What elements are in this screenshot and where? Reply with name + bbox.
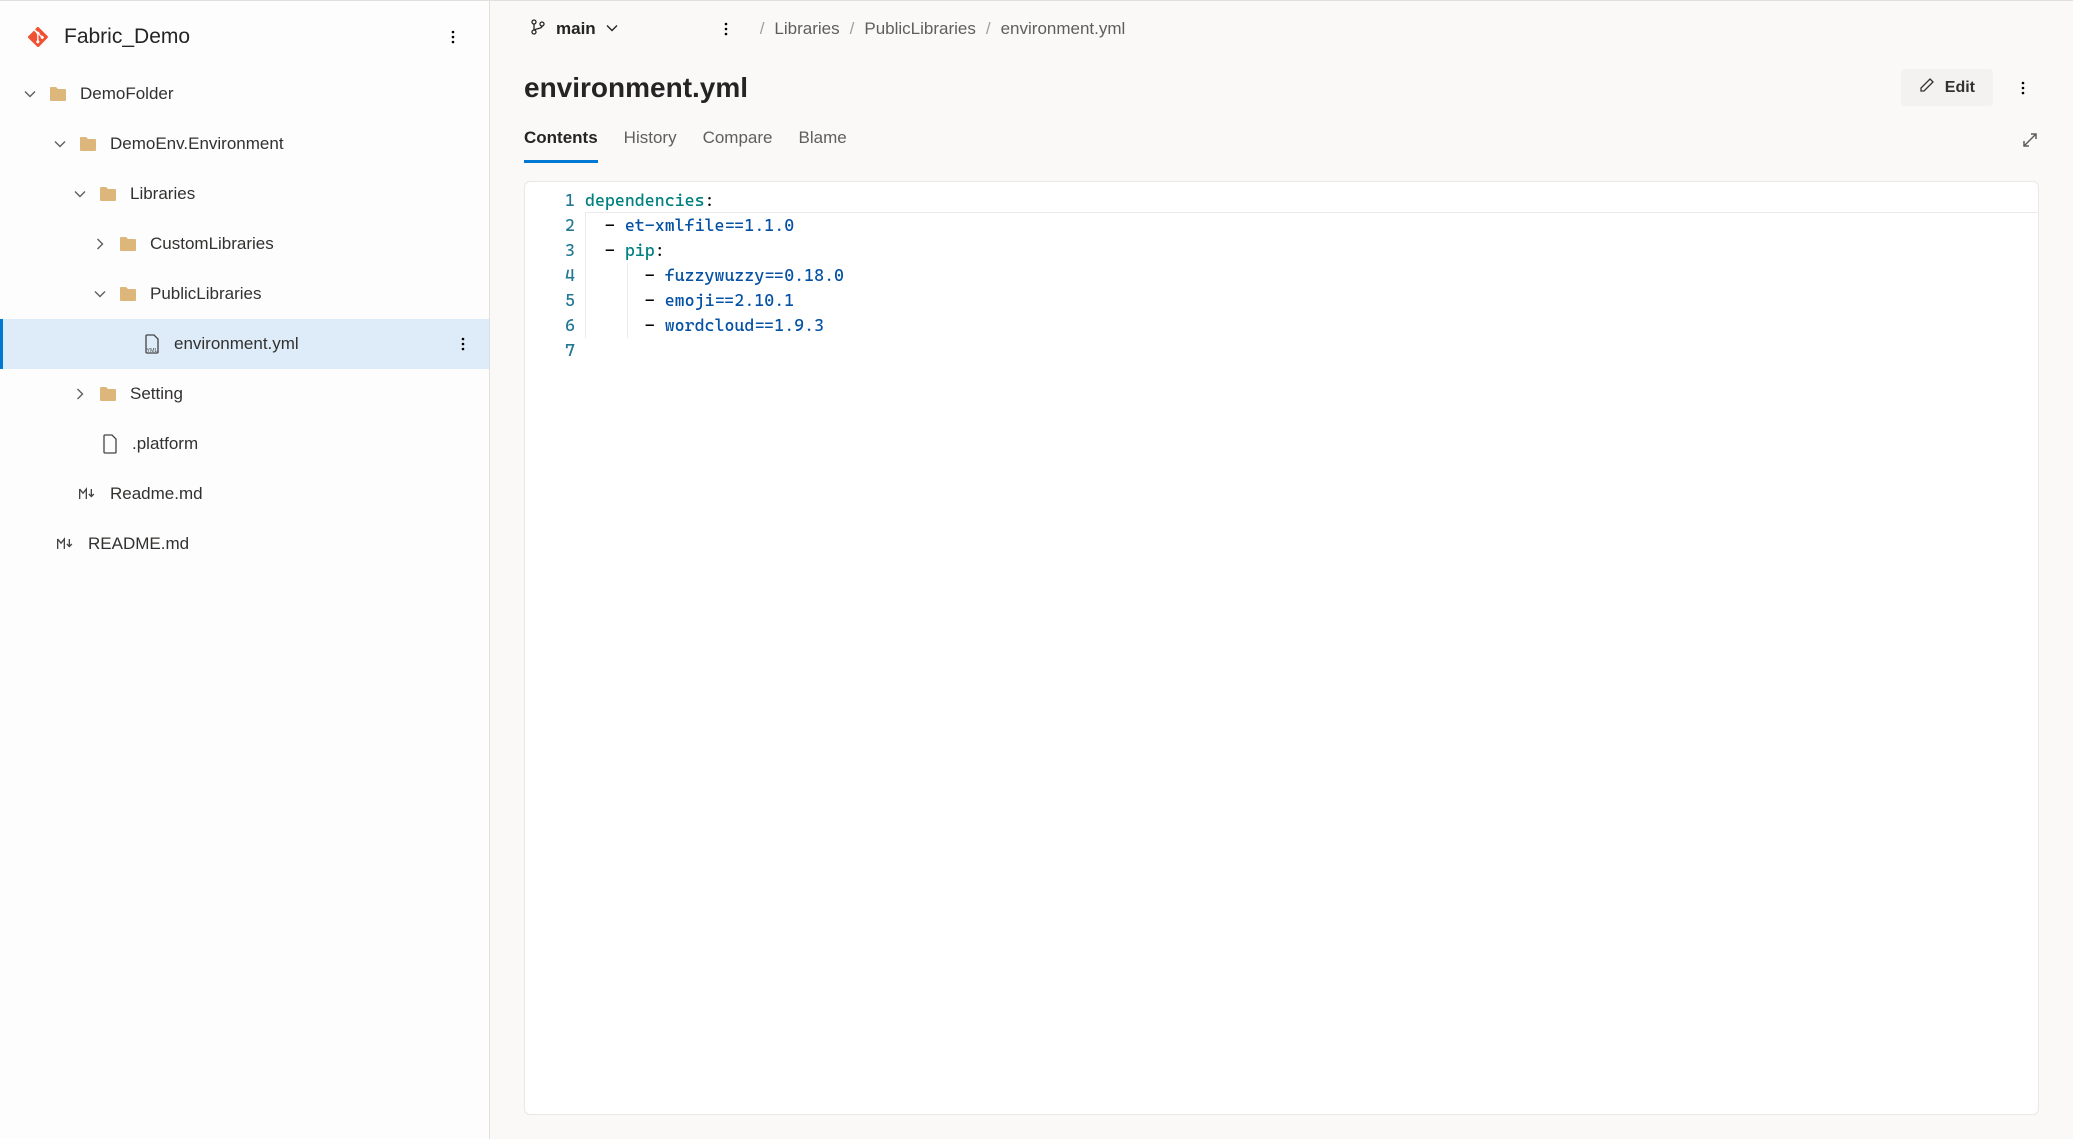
git-repo-icon — [28, 27, 48, 47]
tree-folder-customlibraries[interactable]: CustomLibraries — [0, 219, 489, 269]
main-content: main / Libraries / PublicLibraries / env… — [490, 1, 2073, 1139]
file-tree: DemoFolder DemoEnv.Environment Libraries — [0, 69, 489, 569]
breadcrumb-separator: / — [850, 19, 855, 39]
repo-header: Fabric_Demo — [0, 9, 489, 69]
fullscreen-button[interactable] — [2015, 125, 2045, 158]
tree-folder-demoenv[interactable]: DemoEnv.Environment — [0, 119, 489, 169]
tree-folder-demofolder[interactable]: DemoFolder — [0, 69, 489, 119]
tree-file-readme-2[interactable]: README.md — [0, 519, 489, 569]
tree-label: PublicLibraries — [150, 284, 479, 304]
repo-more-button[interactable] — [437, 21, 469, 53]
file-title-row: environment.yml Edit — [490, 57, 2073, 112]
branch-picker[interactable]: main — [524, 15, 624, 44]
folder-icon — [98, 384, 118, 404]
markdown-file-icon — [78, 484, 98, 504]
tree-label: Setting — [130, 384, 479, 404]
code-token: fuzzywuzzy==0.18.0 — [665, 265, 844, 285]
tree-folder-libraries[interactable]: Libraries — [0, 169, 489, 219]
edit-button-label: Edit — [1945, 79, 1975, 97]
chevron-down-icon — [22, 86, 38, 102]
breadcrumb-separator: / — [760, 19, 765, 39]
breadcrumb-libraries[interactable]: Libraries — [774, 19, 839, 39]
code-content: dependencies: - et-xmlfile==1.1.0 - pip:… — [585, 182, 2038, 1114]
breadcrumb-file[interactable]: environment.yml — [1001, 19, 1126, 39]
folder-icon — [48, 84, 68, 104]
breadcrumb-publiclibraries[interactable]: PublicLibraries — [864, 19, 976, 39]
repo-title[interactable]: Fabric_Demo — [64, 25, 425, 49]
tree-file-environment-yml[interactable]: YML environment.yml — [0, 319, 489, 369]
code-token: dependencies — [585, 190, 705, 210]
code-editor[interactable]: 1234567 dependencies: - et-xmlfile==1.1.… — [524, 181, 2039, 1115]
breadcrumb-separator: / — [986, 19, 991, 39]
tree-label: DemoEnv.Environment — [110, 134, 479, 154]
tree-folder-publiclibraries[interactable]: PublicLibraries — [0, 269, 489, 319]
branch-icon — [530, 19, 546, 40]
chevron-down-icon — [92, 286, 108, 302]
yaml-file-icon: YML — [142, 334, 162, 354]
app-root: Fabric_Demo DemoFolder DemoEnv.Environme… — [0, 0, 2073, 1139]
chevron-down-icon — [72, 186, 88, 202]
svg-text:YML: YML — [146, 348, 157, 354]
tree-folder-setting[interactable]: Setting — [0, 369, 489, 419]
tree-item-more-button[interactable] — [447, 328, 479, 360]
tab-blame[interactable]: Blame — [799, 120, 847, 163]
tree-label: Readme.md — [110, 484, 479, 504]
folder-icon — [118, 284, 138, 304]
pencil-icon — [1919, 77, 1935, 98]
tree-file-platform[interactable]: .platform — [0, 419, 489, 469]
file-icon — [100, 434, 120, 454]
code-token: pip — [625, 240, 655, 260]
code-token: et-xmlfile==1.1.0 — [625, 215, 794, 235]
tree-label: environment.yml — [174, 334, 447, 354]
chevron-down-icon — [606, 19, 618, 39]
tree-file-readme-1[interactable]: Readme.md — [0, 469, 489, 519]
breadcrumb: / Libraries / PublicLibraries / environm… — [760, 19, 1126, 39]
folder-icon — [78, 134, 98, 154]
code-token: emoji==2.10.1 — [665, 290, 795, 310]
markdown-file-icon — [56, 534, 76, 554]
tree-label: README.md — [88, 534, 479, 554]
file-title: environment.yml — [524, 72, 1887, 104]
tree-label: Libraries — [130, 184, 479, 204]
folder-icon — [118, 234, 138, 254]
tab-history[interactable]: History — [624, 120, 677, 163]
branch-more-button[interactable] — [710, 13, 742, 45]
tree-label: CustomLibraries — [150, 234, 479, 254]
tab-compare[interactable]: Compare — [703, 120, 773, 163]
file-more-button[interactable] — [2007, 72, 2039, 104]
tree-label: .platform — [132, 434, 479, 454]
topbar: main / Libraries / PublicLibraries / env… — [490, 1, 2073, 57]
code-token: wordcloud==1.9.3 — [665, 315, 824, 335]
file-tabs: Contents History Compare Blame — [490, 112, 2073, 163]
branch-name: main — [556, 19, 596, 39]
tree-label: DemoFolder — [80, 84, 479, 104]
chevron-right-icon — [92, 236, 108, 252]
file-tree-sidebar: Fabric_Demo DemoFolder DemoEnv.Environme… — [0, 1, 490, 1139]
line-gutter: 1234567 — [525, 182, 585, 1114]
tab-contents[interactable]: Contents — [524, 120, 598, 163]
edit-button[interactable]: Edit — [1901, 69, 1993, 106]
chevron-down-icon — [52, 136, 68, 152]
chevron-right-icon — [72, 386, 88, 402]
folder-icon — [98, 184, 118, 204]
